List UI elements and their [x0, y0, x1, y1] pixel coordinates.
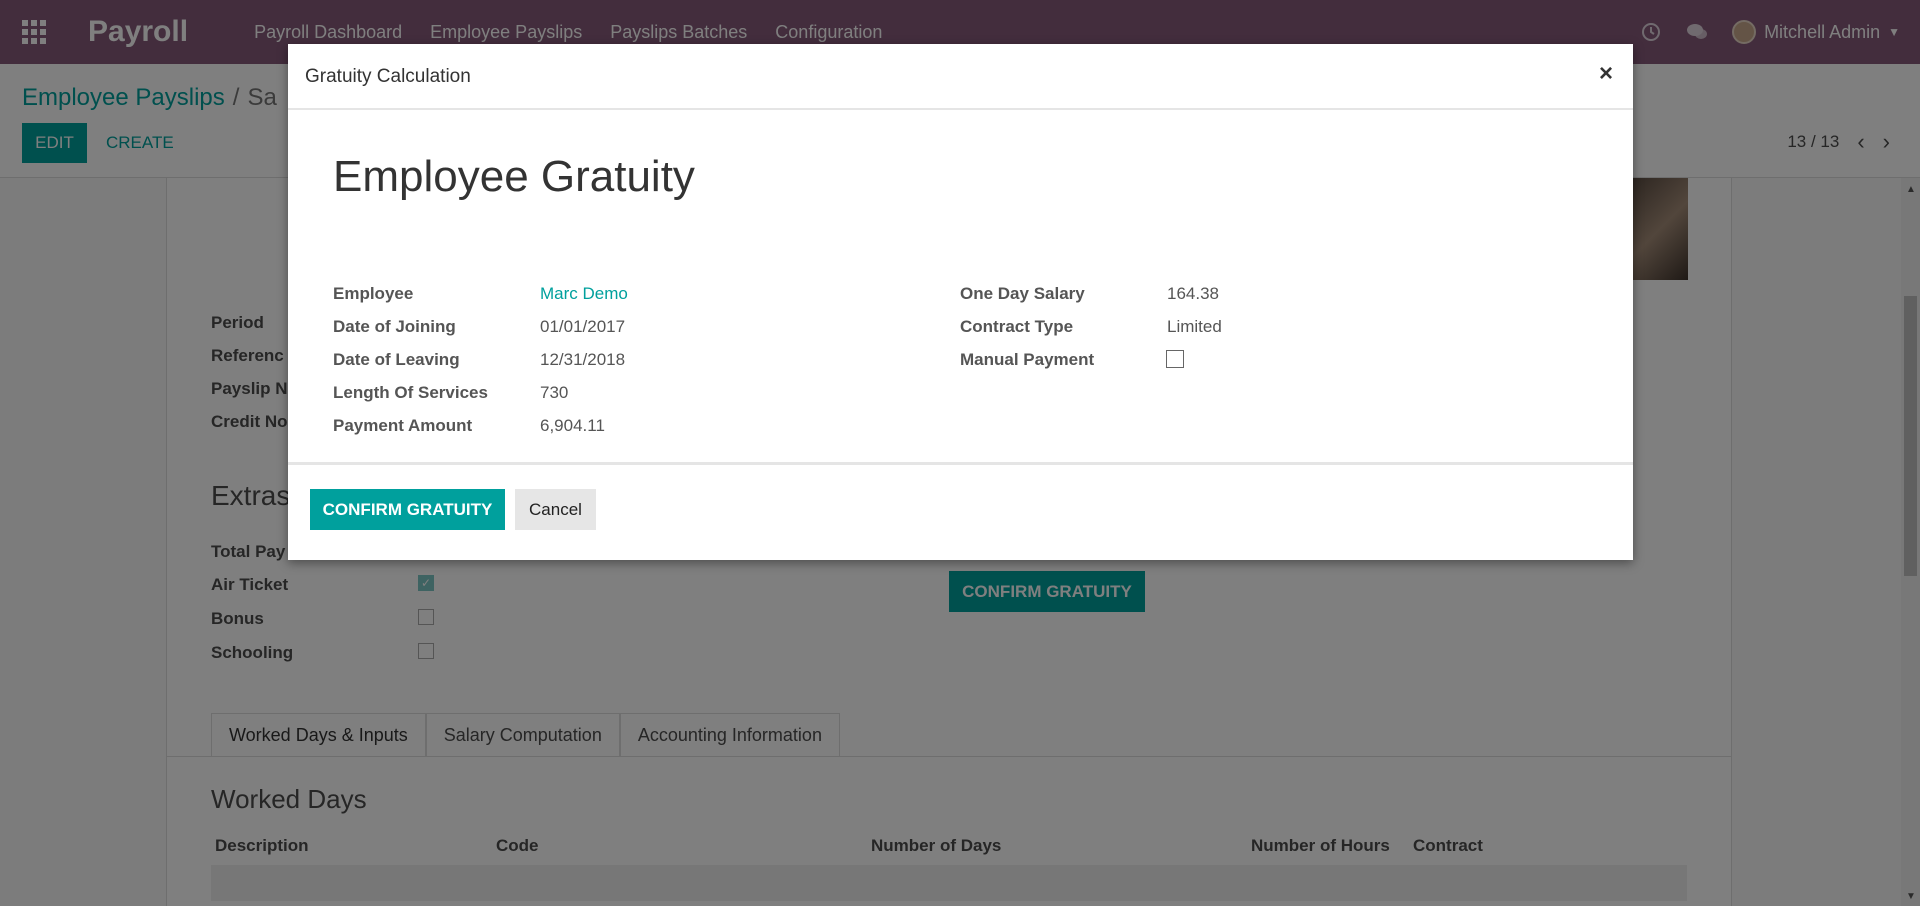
- dialog-body: Employee Gratuity Employee Marc Demo Dat…: [288, 110, 1633, 462]
- length-of-services-value: 730: [540, 383, 569, 402]
- date-of-leaving-value: 12/31/2018: [540, 350, 626, 369]
- contract-type-label: Contract Type: [960, 317, 1074, 336]
- one-day-salary-label: One Day Salary: [960, 284, 1085, 303]
- dialog-footer: CONFIRM GRATUITY Cancel: [288, 462, 1633, 560]
- gratuity-dialog: Gratuity Calculation × Employee Gratuity…: [288, 44, 1633, 560]
- cancel-button[interactable]: Cancel: [515, 489, 596, 530]
- date-of-joining-value: 01/01/2017: [540, 317, 626, 336]
- date-of-joining-label: Date of Joining: [333, 317, 456, 336]
- dialog-header: Gratuity Calculation ×: [288, 44, 1633, 110]
- one-day-salary-value: 164.38: [1167, 284, 1219, 303]
- manual-payment-checkbox[interactable]: [1166, 350, 1184, 368]
- dialog-title: Gratuity Calculation: [305, 66, 471, 87]
- manual-payment-label: Manual Payment: [960, 350, 1095, 369]
- form-title: Employee Gratuity: [333, 152, 695, 201]
- date-of-leaving-label: Date of Leaving: [333, 350, 460, 369]
- employee-label: Employee: [333, 284, 414, 303]
- confirm-gratuity-button[interactable]: CONFIRM GRATUITY: [310, 489, 505, 530]
- payment-amount-label: Payment Amount: [333, 416, 473, 435]
- payment-amount-value: 6,904.11: [540, 416, 605, 435]
- contract-type-value: Limited: [1167, 317, 1222, 336]
- employee-value-link[interactable]: Marc Demo: [540, 284, 628, 304]
- close-icon[interactable]: ×: [1599, 60, 1613, 88]
- length-of-services-label: Length Of Services: [333, 383, 488, 402]
